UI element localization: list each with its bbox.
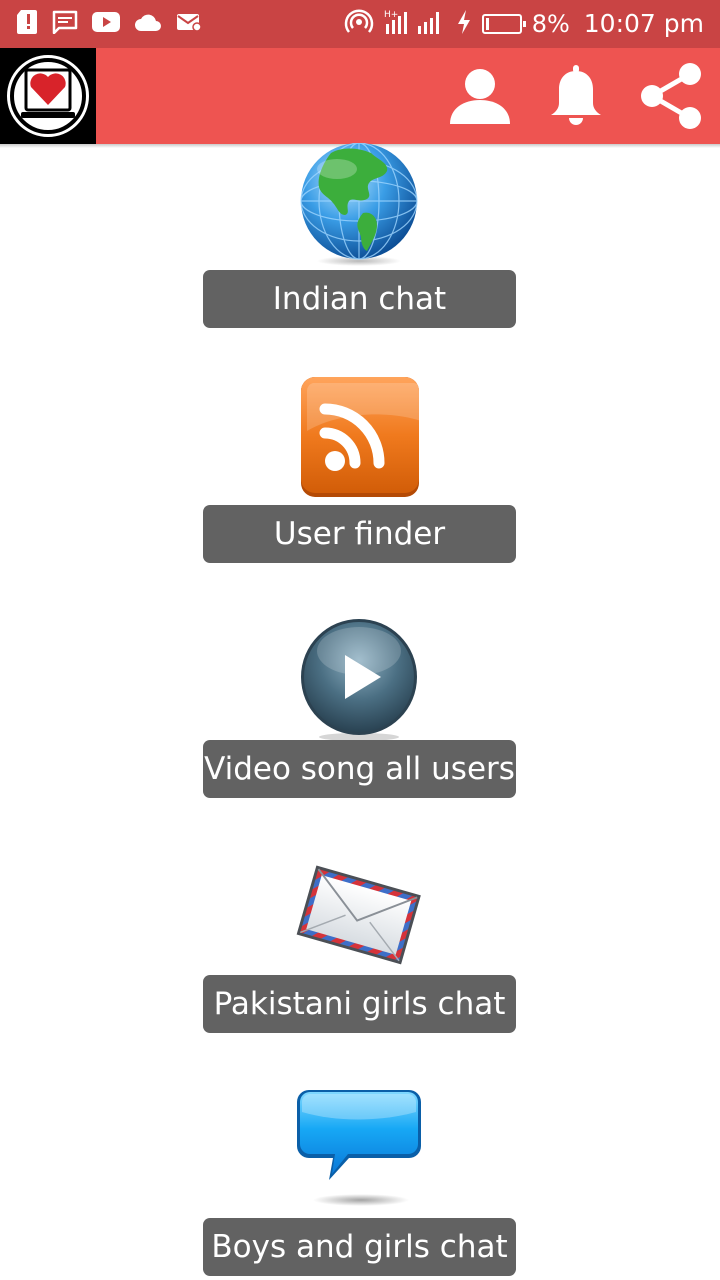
boys-girls-chat-button[interactable]: Boys and girls chat: [203, 1218, 516, 1276]
rss-icon[interactable]: [295, 377, 423, 499]
pakistani-girls-chat-button[interactable]: Pakistani girls chat: [203, 975, 516, 1033]
share-button[interactable]: [638, 62, 706, 130]
youtube-icon: [92, 11, 120, 37]
screen: H+ 8% 10:07 pm Indian chat User finder V…: [0, 0, 720, 1280]
battery-icon: [481, 14, 526, 34]
svg-text:H+: H+: [384, 10, 398, 20]
menu-item-indian-chat: Indian chat: [0, 143, 720, 383]
cloud-icon: [134, 12, 162, 37]
profile-button[interactable]: [446, 62, 514, 130]
system-icons: H+ 8% 10:07 pm: [344, 8, 704, 40]
menu-item-pakistani-chat: Pakistani girls chat: [0, 853, 720, 1088]
video-song-button[interactable]: Video song all users: [203, 740, 516, 798]
battery-level: [485, 18, 489, 30]
bell-icon: [551, 65, 601, 125]
user-icon: [450, 69, 510, 124]
chat-bubble-icon[interactable]: [295, 1088, 423, 1210]
envelope-icon[interactable]: [295, 853, 423, 975]
signal-icon: H+: [384, 8, 446, 41]
mail-icon: [176, 12, 202, 37]
notifications-button[interactable]: [542, 62, 610, 130]
app-logo[interactable]: [0, 48, 96, 144]
menu-item-boys-girls-chat: Boys and girls chat: [0, 1088, 720, 1280]
indian-chat-button[interactable]: Indian chat: [203, 270, 516, 328]
notification-icons: [16, 9, 202, 40]
heart-laptop-logo-icon: [7, 55, 89, 137]
app-bar: [0, 48, 720, 148]
charging-icon: [456, 9, 472, 40]
share-icon: [641, 63, 701, 129]
status-bar: H+ 8% 10:07 pm: [0, 0, 720, 48]
hotspot-icon: [344, 7, 374, 42]
sd-card-icon: [16, 9, 38, 40]
play-icon[interactable]: [295, 618, 423, 741]
menu-item-user-finder: User finder: [0, 377, 720, 618]
clock: 10:07 pm: [583, 9, 704, 38]
globe-icon[interactable]: [295, 143, 423, 266]
menu-item-video-song: Video song all users: [0, 618, 720, 853]
user-finder-button[interactable]: User finder: [203, 505, 516, 563]
message-icon: [52, 10, 78, 39]
battery-percent: 8%: [531, 10, 570, 38]
